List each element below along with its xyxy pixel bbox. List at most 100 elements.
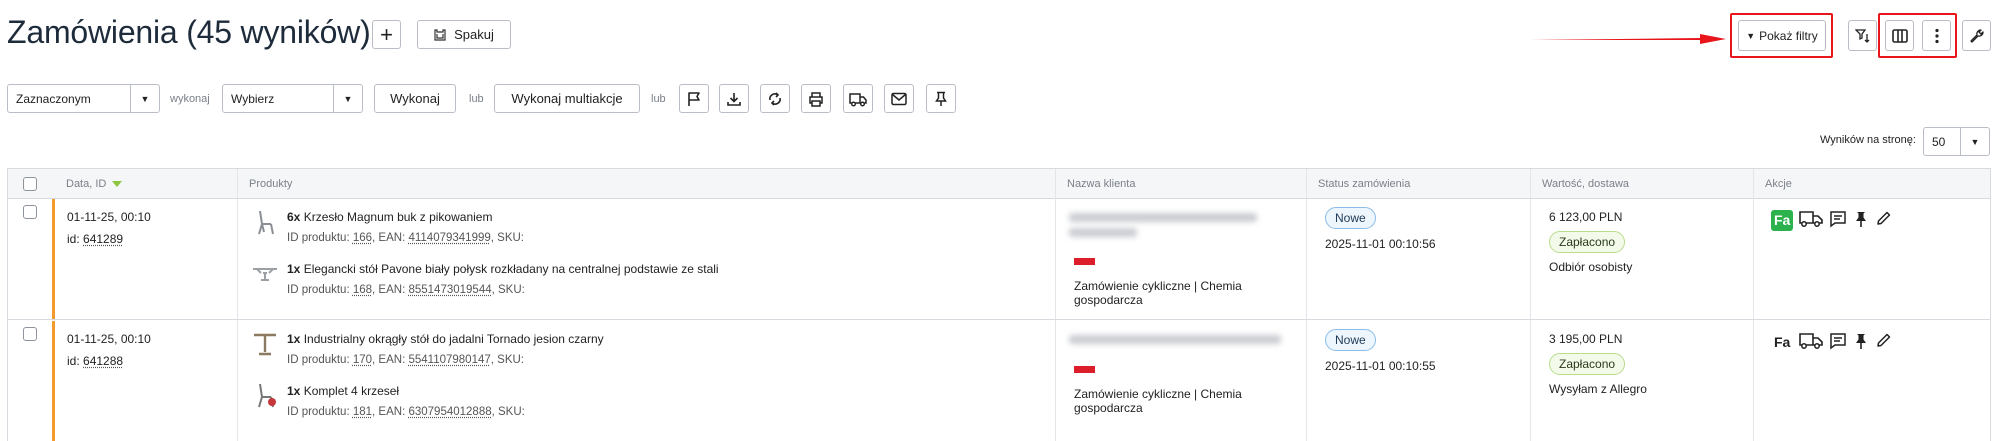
client-name-redacted: [1069, 213, 1257, 222]
column-header-date[interactable]: Data, ID: [66, 169, 122, 199]
product-line: 6x Krzesło Magnum buk z pikowaniem: [287, 210, 492, 224]
status-badge: Nowe: [1325, 207, 1376, 229]
lub-label: lub: [469, 93, 484, 105]
order-id-link[interactable]: 641289: [83, 232, 123, 246]
table-row[interactable]: 01-11-25, 00:10 id: 641289 6x Krzesło Ma…: [8, 199, 1990, 320]
email-button[interactable]: [884, 84, 914, 113]
orders-table: Data, ID Produkty Nazwa klienta Status z…: [7, 168, 1991, 441]
action-select[interactable]: Wybierz ▼: [222, 84, 363, 113]
country-flag-icon: [1074, 366, 1095, 373]
download-button[interactable]: [719, 84, 749, 113]
client-note: Zamówienie cykliczne | Chemia gospodarcz…: [1074, 387, 1294, 415]
client-name-redacted: [1069, 228, 1137, 237]
filter-sort-icon: [1855, 28, 1871, 44]
pin-icon[interactable]: [1853, 210, 1869, 231]
more-options-button[interactable]: [1922, 20, 1951, 51]
product-meta: ID produktu: 170, EAN: 5541107980147, SK…: [287, 354, 524, 366]
order-date: 01-11-25, 00:10: [67, 210, 151, 224]
show-filters-label: Pokaż filtry: [1759, 29, 1818, 43]
order-id-link[interactable]: 641288: [83, 354, 123, 368]
column-header-value: Wartość, dostawa: [1542, 169, 1629, 199]
sort-desc-icon: [112, 181, 122, 187]
columns-icon: [1892, 29, 1908, 43]
spakuj-button[interactable]: Spakuj: [417, 20, 511, 49]
spakuj-label: Spakuj: [454, 27, 494, 42]
settings-wrench-button[interactable]: [1962, 20, 1991, 51]
invoice-button[interactable]: Fa: [1771, 332, 1793, 353]
delivery-method: Odbiór osobisty: [1549, 260, 1632, 274]
column-header-actions: Akcje: [1765, 169, 1792, 199]
chevron-down-icon: ▼: [333, 85, 362, 112]
chevron-down-icon: ▼: [1960, 128, 1989, 155]
row-status-accent: [52, 199, 55, 319]
payment-badge: Zapłacono: [1549, 231, 1625, 253]
page-title: Zamówienia (45 wyników): [7, 14, 371, 51]
product-meta: ID produktu: 168, EAN: 8551473019544, SK…: [287, 284, 525, 296]
client-name-redacted: [1069, 335, 1281, 344]
scope-select-value: Zaznaczonym: [8, 92, 130, 106]
edit-pencil-icon[interactable]: [1875, 332, 1892, 352]
flag-button[interactable]: [679, 84, 709, 113]
columns-button[interactable]: [1885, 20, 1914, 51]
column-header-products: Produkty: [249, 169, 292, 199]
delivery-method: Wysyłam z Allegro: [1549, 382, 1647, 396]
print-button[interactable]: [801, 84, 831, 113]
per-page-select[interactable]: 50 ▼: [1923, 127, 1990, 156]
product-meta: ID produktu: 181, EAN: 6307954012888, SK…: [287, 406, 525, 418]
pin-icon[interactable]: [1853, 332, 1869, 353]
per-page-label: Wyników na stronę:: [1820, 134, 1916, 146]
filter-sort-button[interactable]: [1848, 20, 1877, 51]
order-id: id: 641288: [67, 354, 123, 368]
lub-label: lub: [651, 93, 666, 105]
package-icon: [434, 29, 446, 41]
chevron-down-icon: ▼: [130, 85, 159, 112]
notes-icon[interactable]: [1829, 210, 1847, 231]
show-filters-button[interactable]: ▼ Pokaż filtry: [1738, 20, 1826, 51]
pin-button[interactable]: [926, 84, 956, 113]
product-meta: ID produktu: 166, EAN: 4114079341999, SK…: [287, 232, 524, 244]
status-badge: Nowe: [1325, 329, 1376, 351]
row-checkbox[interactable]: [23, 327, 37, 341]
product-thumbnail: [251, 259, 279, 287]
pin-icon: [934, 91, 948, 107]
sync-button[interactable]: [760, 84, 790, 113]
scope-select[interactable]: Zaznaczonym ▼: [7, 84, 160, 113]
wrench-icon: [1969, 28, 1985, 44]
caret-down-icon: ▼: [1746, 31, 1755, 41]
status-time: 2025-11-01 00:10:56: [1325, 237, 1436, 251]
shipping-button[interactable]: [843, 84, 873, 113]
product-thumbnail: [251, 208, 279, 236]
wykonaj-button[interactable]: Wykonaj: [374, 84, 456, 113]
order-date: 01-11-25, 00:10: [67, 332, 151, 346]
flag-icon: [687, 91, 701, 107]
table-header: Data, ID Produkty Nazwa klienta Status z…: [8, 169, 1990, 199]
select-all-checkbox[interactable]: [23, 177, 37, 191]
product-thumbnail: [251, 330, 279, 358]
order-id: id: 641289: [67, 232, 123, 246]
client-note: Zamówienie cykliczne | Chemia gospodarcz…: [1074, 279, 1294, 307]
notes-icon[interactable]: [1829, 332, 1847, 353]
wykonaj-label: wykonaj: [170, 93, 210, 105]
edit-pencil-icon[interactable]: [1875, 210, 1892, 230]
product-line: 1x Komplet 4 krzeseł: [287, 384, 399, 398]
product-line: 1x Elegancki stół Pavone biały połysk ro…: [287, 262, 719, 276]
printer-icon: [808, 91, 824, 107]
truck-icon[interactable]: [1799, 209, 1823, 231]
order-value: 6 123,00 PLN: [1549, 210, 1622, 224]
row-status-accent: [52, 321, 55, 441]
truck-icon[interactable]: [1799, 331, 1823, 353]
table-row[interactable]: 01-11-25, 00:10 id: 641288 1x Industrial…: [8, 321, 1990, 441]
sync-icon: [767, 91, 783, 107]
add-order-button[interactable]: +: [372, 20, 401, 49]
envelope-icon: [891, 92, 907, 106]
product-thumbnail: [251, 381, 279, 409]
row-checkbox[interactable]: [23, 205, 37, 219]
product-line: 1x Industrialny okrągły stół do jadalni …: [287, 332, 604, 346]
multiaction-button[interactable]: Wykonaj multiakcje: [494, 84, 640, 113]
row-actions: Fa: [1771, 209, 1892, 231]
invoice-button[interactable]: Fa: [1771, 210, 1793, 231]
column-header-client: Nazwa klienta: [1067, 169, 1135, 199]
download-icon: [726, 91, 742, 107]
truck-icon: [849, 91, 867, 107]
row-actions: Fa: [1771, 331, 1892, 353]
